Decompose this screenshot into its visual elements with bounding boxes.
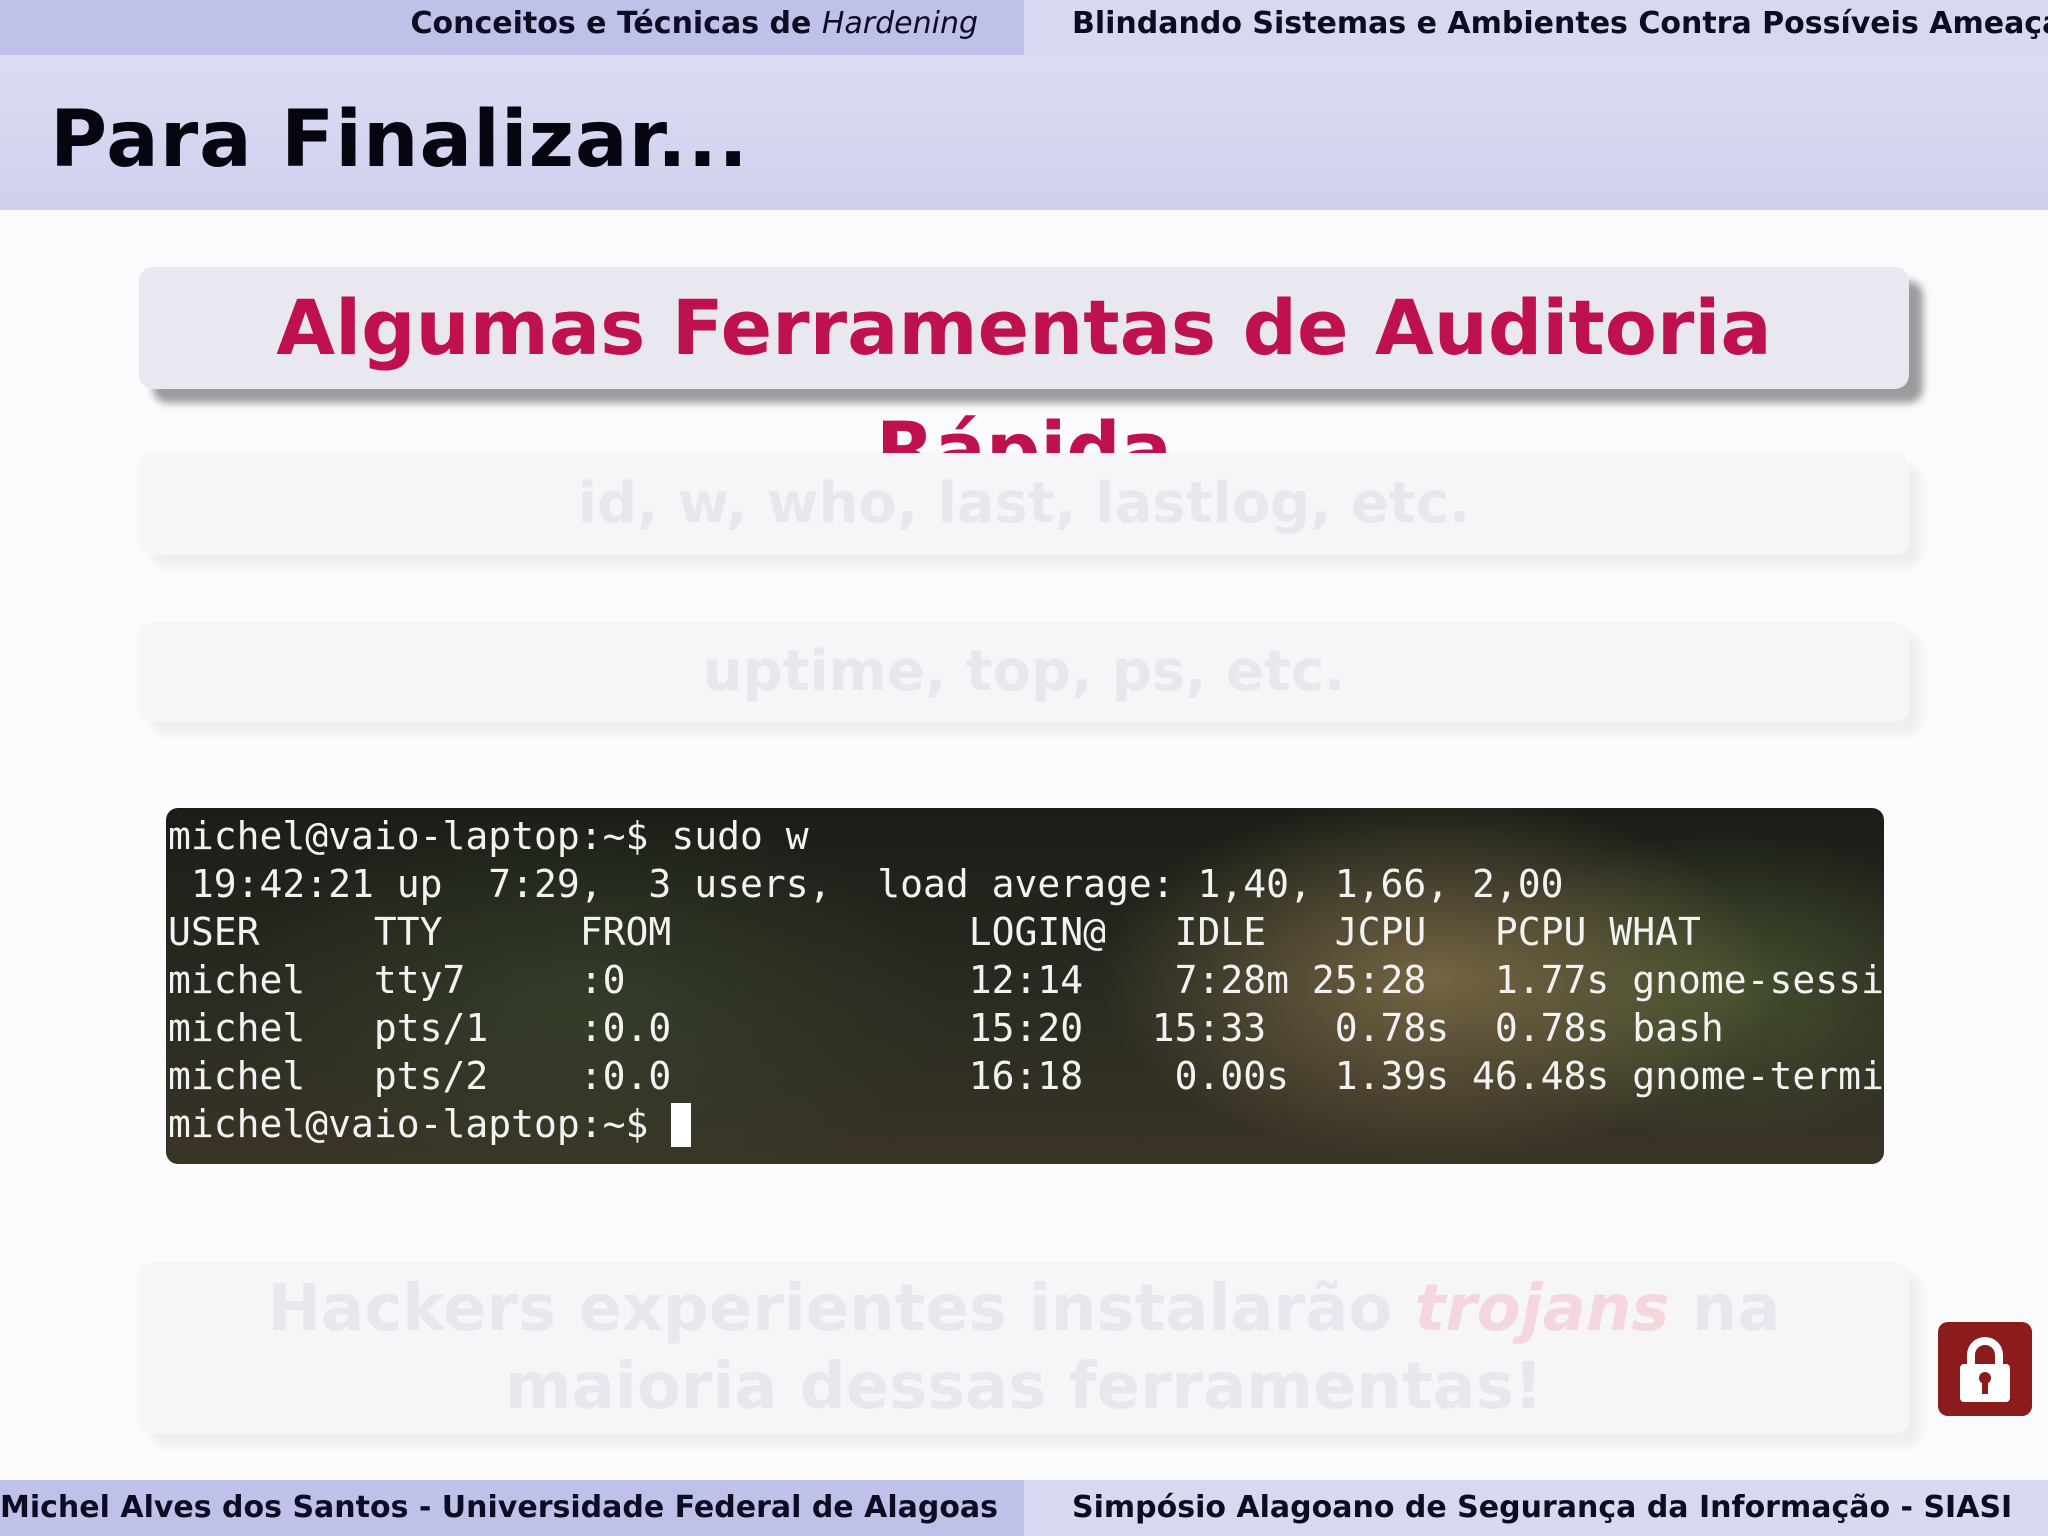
header-bar: Conceitos e Técnicas de Hardening Blinda… — [0, 0, 2048, 55]
terminal-screenshot: michel@vaio-laptop:~$ sudo w 19:42:21 up… — [166, 808, 1884, 1164]
terminal-prompt: michel@vaio-laptop:~$ — [168, 1102, 672, 1146]
lock-icon-graphic — [1960, 1337, 2010, 1402]
terminal-line: michel pts/2 :0.0 16:18 0.00s 1.39s 46.4… — [168, 1054, 1884, 1098]
footer-right: Simpósio Alagoano de Segurança da Inform… — [1024, 1480, 2048, 1536]
terminal-output: michel@vaio-laptop:~$ sudo w 19:42:21 up… — [168, 812, 1884, 1148]
terminal-prompt-line: michel@vaio-laptop:~$ — [168, 1100, 1884, 1148]
slide-title: Para Finalizar... — [50, 95, 749, 185]
footer-left: Michel Alves dos Santos - Universidade F… — [0, 1480, 1024, 1536]
header-right: Blindando Sistemas e Ambientes Contra Po… — [1024, 0, 2048, 55]
terminal-line: USER TTY FROM LOGIN@ IDLE JCPU PCPU WHAT — [168, 910, 1701, 954]
terminal-cursor — [671, 1103, 692, 1147]
block-main-heading: Algumas Ferramentas de Auditoria Rápida — [139, 267, 1909, 494]
terminal-line: michel@vaio-laptop:~$ sudo w — [168, 814, 809, 858]
block-item-1: id, w, who, last, lastlog, etc. — [139, 453, 1909, 555]
title-band: Para Finalizar... — [0, 55, 2048, 210]
warning-italic: trojans — [1414, 1272, 1670, 1346]
terminal-line: michel tty7 :0 12:14 7:28m 25:28 1.77s g… — [168, 958, 1884, 1002]
header-left: Conceitos e Técnicas de Hardening — [0, 0, 1024, 55]
block-warning: Hackers experientes instalarão trojans n… — [139, 1262, 1909, 1434]
lock-icon — [1938, 1322, 2032, 1416]
header-left-text: Conceitos e Técnicas de — [410, 6, 812, 41]
terminal-line: michel pts/1 :0.0 15:20 15:33 0.78s 0.78… — [168, 1006, 1724, 1050]
terminal-line: 19:42:21 up 7:29, 3 users, load average:… — [168, 862, 1564, 906]
block-item-2: uptime, top, ps, etc. — [139, 622, 1909, 722]
warning-prefix: Hackers experientes instalarão — [267, 1272, 1393, 1346]
header-left-italic: Hardening — [821, 6, 978, 41]
